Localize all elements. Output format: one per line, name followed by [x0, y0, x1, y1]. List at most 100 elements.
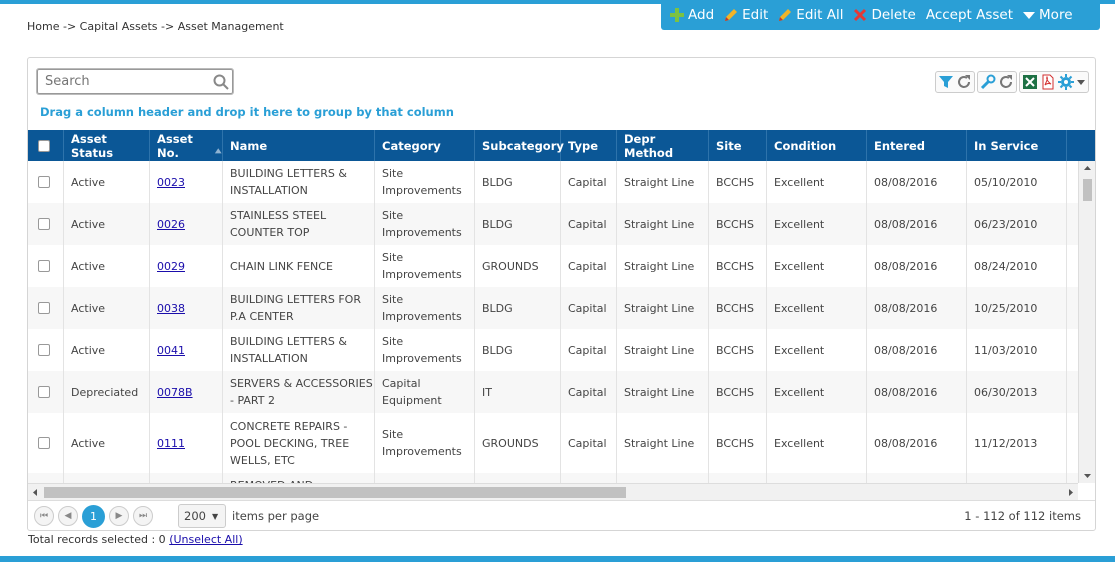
horizontal-scroll-thumb[interactable] — [44, 487, 626, 498]
cell-condition: Excellent — [767, 287, 867, 329]
per-page-value: 200 — [184, 509, 206, 523]
excel-icon[interactable] — [1022, 74, 1038, 90]
scroll-up-icon[interactable] — [1079, 161, 1096, 175]
prev-page-button[interactable]: ◀ — [58, 506, 78, 526]
asset-no-link[interactable]: 0029 — [157, 258, 185, 275]
scroll-down-icon[interactable] — [1079, 469, 1096, 483]
cell-text: 08/08/2016 — [874, 301, 938, 315]
table-row[interactable]: Active 0111 CONCRETE REPAIRS - POOL DECKIN… — [28, 413, 1078, 473]
first-page-button[interactable]: ⏮ — [34, 506, 54, 526]
scroll-right-icon[interactable] — [1064, 484, 1078, 501]
per-page-label: items per page — [232, 509, 320, 523]
edit-all-button[interactable]: Edit All — [773, 1, 848, 29]
add-button[interactable]: Add — [665, 1, 719, 29]
filter-icon[interactable] — [938, 74, 954, 90]
gear-icon[interactable] — [1058, 74, 1074, 90]
cell-asset-no: 0023 — [150, 161, 223, 203]
column-header-name[interactable]: Name — [223, 130, 375, 161]
edit-label: Edit — [742, 7, 769, 23]
cell-subcategory: BLDG — [475, 161, 561, 203]
edit-all-label: Edit All — [796, 7, 844, 23]
cell-site: BCCHS — [709, 413, 767, 473]
row-checkbox[interactable] — [38, 386, 50, 398]
asset-no-link[interactable]: 0038 — [157, 300, 185, 317]
column-header-site[interactable]: Site — [709, 130, 767, 161]
column-header-depr-method[interactable]: Depr Method — [617, 130, 709, 161]
select-all-checkbox[interactable] — [38, 139, 50, 152]
cell-text: BUILDING LETTERS & INSTALLATION — [230, 335, 347, 365]
table-row[interactable]: Active 0041 BUILDING LETTERS & INSTALLATIO… — [28, 329, 1078, 371]
column-header-asset-no[interactable]: Asset No. — [150, 130, 223, 161]
row-checkbox[interactable] — [38, 176, 50, 188]
cell-depr-method: Straight Line — [617, 161, 709, 203]
cell-text: Capital Equipment — [382, 377, 442, 407]
unselect-all-link[interactable]: (Unselect All) — [169, 533, 242, 546]
accept-asset-button[interactable]: Accept Asset — [921, 1, 1018, 29]
cell-in-service: 06/23/2010 — [967, 203, 1067, 245]
column-header-type[interactable]: Type — [561, 130, 617, 161]
page-button-current[interactable]: 1 — [82, 504, 105, 528]
asset-no-link[interactable]: 0023 — [157, 174, 185, 191]
table-row[interactable]: Active 0023 BUILDING LETTERS & INSTALLATIO… — [28, 161, 1078, 203]
cell-asset-no: 0038 — [150, 287, 223, 329]
cell-asset-no: 0026 — [150, 203, 223, 245]
vertical-scroll-thumb[interactable] — [1083, 179, 1092, 201]
asset-no-link[interactable]: 0026 — [157, 216, 185, 233]
column-header-in-service[interactable]: In Service — [967, 130, 1067, 161]
table-row[interactable]: Active 0038 BUILDING LETTERS FOR P.A CENTE… — [28, 287, 1078, 329]
cell-site: BCCHS — [709, 371, 767, 413]
last-page-button[interactable]: ⏭ — [133, 506, 153, 526]
more-button[interactable]: More — [1018, 1, 1077, 29]
row-checkbox[interactable] — [38, 260, 50, 272]
cell-text: Straight Line — [624, 343, 695, 357]
caret-down-icon[interactable] — [1076, 74, 1086, 90]
refresh-icon[interactable] — [956, 74, 972, 90]
cell-text: BCCHS — [716, 385, 754, 399]
cell-name: BUILDING LETTERS & INSTALLATION — [223, 329, 375, 371]
cell-depr-method: Straight Line — [617, 203, 709, 245]
column-header-asset-status[interactable]: Asset Status — [64, 130, 150, 161]
cell-entered: 08/08/2016 — [867, 161, 967, 203]
edit-button[interactable]: Edit — [719, 1, 773, 29]
cell-type: Capital — [561, 371, 617, 413]
wrench-icon[interactable] — [980, 74, 996, 90]
accept-asset-label: Accept Asset — [925, 7, 1014, 23]
table-row[interactable]: Active 0029 CHAIN LINK FENCE Site Improveme… — [28, 245, 1078, 287]
row-checkbox[interactable] — [38, 302, 50, 314]
items-per-page-select[interactable]: 200 ▼ — [178, 504, 226, 528]
cell-type: Capital — [561, 287, 617, 329]
column-header-condition[interactable]: Condition — [767, 130, 867, 161]
delete-button[interactable]: Delete — [848, 1, 920, 29]
cell-select — [28, 203, 64, 245]
vertical-scrollbar[interactable] — [1078, 161, 1095, 483]
next-page-button[interactable]: ▶ — [109, 506, 129, 526]
scroll-left-icon[interactable] — [28, 484, 42, 501]
pdf-icon[interactable] — [1040, 74, 1056, 90]
cell-text: Excellent — [774, 436, 825, 450]
asset-no-link[interactable]: 0041 — [157, 342, 185, 359]
row-checkbox[interactable] — [38, 437, 50, 449]
asset-no-link[interactable]: 0111 — [157, 435, 185, 452]
column-header-subcategory[interactable]: Subcategory — [475, 130, 564, 161]
column-header-category[interactable]: Category — [375, 130, 475, 161]
cell-text: Active — [71, 343, 106, 357]
asset-no-link[interactable]: 0078B — [157, 384, 193, 401]
table-row[interactable]: REMOVED AND REPLACEDSite — [28, 473, 1078, 483]
search-icon[interactable] — [213, 74, 229, 90]
column-header-entered[interactable]: Entered — [867, 130, 967, 161]
refresh-icon[interactable] — [998, 74, 1014, 90]
row-checkbox[interactable] — [38, 344, 50, 356]
table-row[interactable]: Depreciated 0078B SERVERS & ACCESSORIES - … — [28, 371, 1078, 413]
search-input[interactable] — [43, 70, 208, 93]
cell-text: BCCHS — [716, 217, 754, 231]
cell-text: Straight Line — [624, 217, 695, 231]
horizontal-scrollbar[interactable] — [28, 483, 1078, 500]
grid-header: Asset Status Asset No. Name Category Sub… — [28, 130, 1095, 161]
pager: ⏮ ◀ 1 ▶ ⏭ 200 ▼ items per page 1 - 112 o… — [28, 500, 1095, 531]
table-row[interactable]: Active 0026 STAINLESS STEEL COUNTER TOP Sit… — [28, 203, 1078, 245]
cell-entered: 08/08/2016 — [867, 413, 967, 473]
cell-category: Site Improvements — [375, 203, 475, 245]
cell-name: SERVERS & ACCESSORIES - PART 2 — [223, 371, 375, 413]
row-checkbox[interactable] — [38, 218, 50, 230]
search-box — [36, 68, 234, 95]
